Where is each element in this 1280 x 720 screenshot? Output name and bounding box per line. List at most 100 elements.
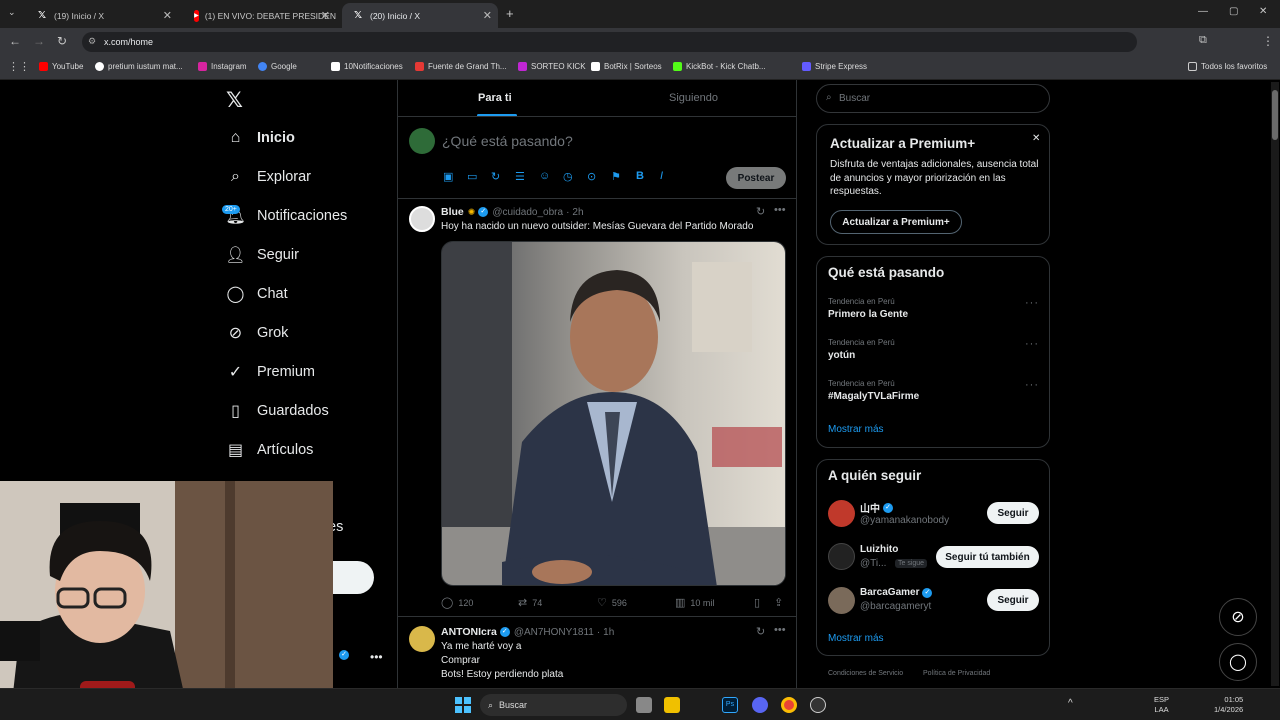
tab-3[interactable]: 𝕏 (20) Inicio / X ✕ — [342, 3, 498, 28]
bookmark-instagram[interactable]: Instagram — [198, 62, 247, 71]
post-button[interactable]: Postear — [726, 167, 786, 189]
bookmark-botrix[interactable]: BotRix | Sorteos — [591, 62, 662, 71]
avatar[interactable] — [409, 626, 435, 652]
tab-search-icon[interactable]: ⌄ — [8, 7, 16, 18]
photoshop-icon[interactable]: Ps — [722, 697, 738, 713]
nav-item-guardados[interactable]: ▯ Guardados — [226, 398, 329, 424]
windows-start-icon[interactable] — [455, 697, 471, 713]
poll-icon[interactable]: ☰ — [515, 170, 525, 183]
compose-input[interactable]: ¿Qué está pasando? — [442, 133, 573, 149]
tab-siguiendo[interactable]: Siguiendo — [669, 92, 718, 104]
clock[interactable]: 01:05 1/4/2026 — [1214, 695, 1243, 715]
tweet-author[interactable]: ANTONIcra — [441, 626, 497, 638]
like-button[interactable]: ♡ 596 — [597, 596, 627, 609]
tweet-photo[interactable] — [441, 241, 786, 586]
trend-item[interactable]: yotún — [828, 350, 855, 361]
tweet-author[interactable]: Blue — [441, 206, 464, 218]
bold-icon[interactable]: B — [636, 170, 644, 182]
follow-handle[interactable]: @barcagameryt — [860, 601, 931, 612]
grok-fab[interactable]: ⊘ — [1219, 598, 1257, 636]
emoji-icon[interactable]: ☺ — [539, 170, 550, 182]
avatar[interactable] — [409, 206, 435, 232]
bookmark-stripe[interactable]: Stripe Express — [802, 62, 867, 71]
taskbar-search[interactable]: ⌕ Buscar — [480, 694, 627, 716]
tweet-handle[interactable]: @AN7HONY1811 — [514, 627, 594, 638]
footer-link[interactable]: Condiciones de Servicio — [828, 670, 903, 677]
tab-1[interactable]: 𝕏 (19) Inicio / X ✕ — [26, 3, 178, 28]
nav-item-premium[interactable]: ✓ Premium — [226, 359, 315, 385]
scrollbar[interactable] — [1271, 82, 1279, 686]
show-more-link[interactable]: Mostrar más — [828, 633, 884, 644]
bookmark-google[interactable]: Google — [258, 62, 297, 71]
location-icon[interactable]: ⊙ — [587, 170, 596, 183]
follow-back-button[interactable]: Seguir tú también — [936, 546, 1039, 568]
close-window-icon[interactable]: ✕ — [1259, 6, 1267, 17]
forward-icon[interactable]: → — [33, 34, 45, 48]
task-view-icon[interactable] — [636, 697, 652, 713]
bookmark-button[interactable]: ▯ — [754, 596, 765, 609]
nav-item-chat[interactable]: ◯ Chat — [226, 281, 288, 307]
site-info-icon[interactable]: ⚙ — [88, 36, 96, 47]
follow-name[interactable]: 山中 — [860, 500, 880, 515]
nav-item-notificaciones[interactable]: 🔔︎ Notificaciones — [225, 203, 347, 229]
all-bookmarks[interactable]: Todos los favoritos — [1188, 62, 1267, 71]
avatar[interactable] — [409, 128, 435, 154]
nav-item-seguir[interactable]: 👤︎ Seguir — [225, 242, 299, 268]
more-icon[interactable]: ··· — [1025, 297, 1039, 309]
flag-icon[interactable]: ⚑ — [611, 170, 621, 183]
tray-chevron-icon[interactable]: ^ — [1068, 698, 1073, 709]
back-icon[interactable]: ← — [9, 34, 21, 48]
more-icon[interactable]: ··· — [1025, 338, 1039, 350]
bookmark-gta[interactable]: Fuente de Grand Th... — [415, 62, 507, 71]
nav-item-inicio[interactable]: ⌂ Inicio — [226, 125, 295, 151]
new-tab-icon[interactable]: + — [506, 6, 514, 21]
grok-icon[interactable]: ↻ — [756, 625, 765, 638]
chat-fab[interactable]: ◯ — [1219, 643, 1257, 681]
tweet-time[interactable]: 2h — [572, 207, 583, 218]
lang-indicator[interactable]: ESP LAA — [1154, 695, 1169, 715]
more-icon[interactable]: ··· — [1025, 379, 1039, 391]
bookmark-kickbot[interactable]: KickBot - Kick Chatb... — [673, 62, 766, 71]
tab-2[interactable]: ▶ (1) EN VIVO: DEBATE PRESIDEN ✕ — [184, 3, 336, 28]
reload-icon[interactable]: ↻ — [57, 34, 67, 48]
repost-button[interactable]: ⇄ 74 — [518, 596, 542, 609]
close-icon[interactable]: ✕ — [1032, 133, 1040, 144]
image-icon[interactable]: ▣ — [443, 170, 453, 183]
nav-item-articulos[interactable]: ▤ Artículos — [226, 437, 313, 463]
tab-para-ti[interactable]: Para ti — [478, 92, 512, 104]
bookmark-pretium[interactable]: pretium iustum mat... — [95, 62, 183, 71]
views-button[interactable]: ▥ 10 mil — [675, 596, 714, 609]
follow-name[interactable]: Luizhito — [860, 544, 898, 555]
share-button[interactable]: ⇪ — [774, 596, 788, 609]
search-input[interactable]: ⌕ Buscar — [816, 84, 1050, 113]
more-icon[interactable]: ••• — [774, 624, 786, 636]
maximize-icon[interactable]: ▢ — [1229, 6, 1238, 17]
nav-item-grok[interactable]: ⊘ Grok — [226, 320, 289, 346]
italic-icon[interactable]: I — [660, 170, 663, 182]
premium-button[interactable]: Actualizar a Premium+ — [830, 210, 962, 234]
minimize-icon[interactable]: — — [1198, 6, 1208, 17]
file-explorer-icon[interactable] — [664, 697, 680, 713]
follow-button[interactable]: Seguir — [987, 502, 1039, 524]
extensions-icon[interactable]: ⧉ — [1199, 34, 1207, 47]
discord-icon[interactable] — [752, 697, 768, 713]
tweet-time[interactable]: 1h — [603, 627, 614, 638]
gif-icon[interactable]: ▭ — [467, 170, 477, 183]
chrome-icon[interactable] — [781, 697, 797, 713]
trend-item[interactable]: #MagalyTVLaFirme — [828, 391, 919, 402]
trend-item[interactable]: Primero la Gente — [828, 309, 908, 320]
grok-compose-icon[interactable]: ↻ — [491, 170, 500, 183]
follow-handle[interactable]: @yamanakanobody — [860, 515, 949, 526]
avatar[interactable] — [828, 587, 855, 614]
obs-icon[interactable] — [810, 697, 826, 713]
show-more-link[interactable]: Mostrar más — [828, 424, 884, 435]
avatar[interactable] — [828, 500, 855, 527]
close-icon[interactable]: ✕ — [483, 9, 492, 22]
schedule-icon[interactable]: ◷ — [563, 170, 573, 183]
footer-link[interactable]: Política de Privacidad — [923, 670, 990, 677]
follow-button[interactable]: Seguir — [987, 589, 1039, 611]
address-bar[interactable]: ⚙ x.com/home — [82, 32, 1137, 52]
close-icon[interactable]: ✕ — [321, 9, 330, 22]
follow-name[interactable]: BarcaGamer — [860, 587, 919, 598]
close-icon[interactable]: ✕ — [163, 9, 172, 22]
